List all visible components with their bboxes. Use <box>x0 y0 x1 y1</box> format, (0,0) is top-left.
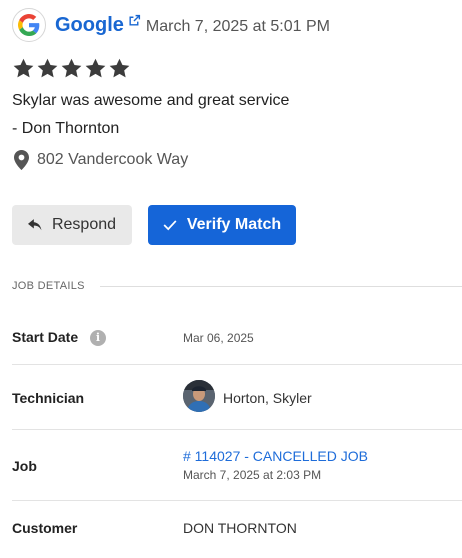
customer-value: DON THORNTON <box>183 520 297 536</box>
review-author: - Don Thornton <box>12 120 120 137</box>
review-header: Google March 7, 2025 at 5:01 PM <box>12 8 330 42</box>
star-icon <box>13 58 34 78</box>
start-date-value: Mar 06, 2025 <box>183 331 254 345</box>
customer-label: Customer <box>12 520 78 536</box>
location-text: 802 Vandercook Way <box>37 151 189 168</box>
review-text: Skylar was awesome and great service <box>12 92 290 109</box>
star-icon <box>61 58 82 78</box>
external-link-icon[interactable] <box>128 10 141 33</box>
info-icon[interactable]: i <box>90 330 106 346</box>
customer-row: Customer DON THORNTON <box>12 501 462 558</box>
section-divider <box>100 286 462 287</box>
star-icon <box>109 58 130 78</box>
google-source-link[interactable]: Google <box>55 14 141 37</box>
check-icon <box>163 219 177 231</box>
verify-match-label: Verify Match <box>186 216 282 233</box>
job-details-heading: JOB DETAILS <box>12 280 85 292</box>
start-date-label: Start Date <box>12 329 79 345</box>
respond-button[interactable]: Respond <box>12 205 132 245</box>
start-date-row: Start Date i Mar 06, 2025 <box>12 308 462 365</box>
technician-row: Technician Horton, Skyler <box>12 365 462 430</box>
review-location: 802 Vandercook Way <box>14 150 188 170</box>
job-link[interactable]: # 114027 - CANCELLED JOB <box>183 448 368 464</box>
reply-icon <box>27 219 42 231</box>
job-label: Job <box>12 458 37 474</box>
technician-value: Horton, Skyler <box>223 390 312 406</box>
star-rating <box>12 57 131 80</box>
technician-label: Technician <box>12 390 85 406</box>
review-date: March 7, 2025 at 5:01 PM <box>145 18 330 35</box>
source-name[interactable]: Google <box>55 14 124 37</box>
respond-label: Respond <box>51 216 117 233</box>
avatar <box>183 380 215 412</box>
star-icon <box>37 58 58 78</box>
star-icon <box>85 58 106 78</box>
job-date: March 7, 2025 at 2:03 PM <box>183 468 322 482</box>
map-pin-icon <box>14 150 29 170</box>
google-logo-icon <box>12 8 46 42</box>
job-row: Job # 114027 - CANCELLED JOB March 7, 20… <box>12 430 462 501</box>
verify-match-button[interactable]: Verify Match <box>148 205 296 245</box>
